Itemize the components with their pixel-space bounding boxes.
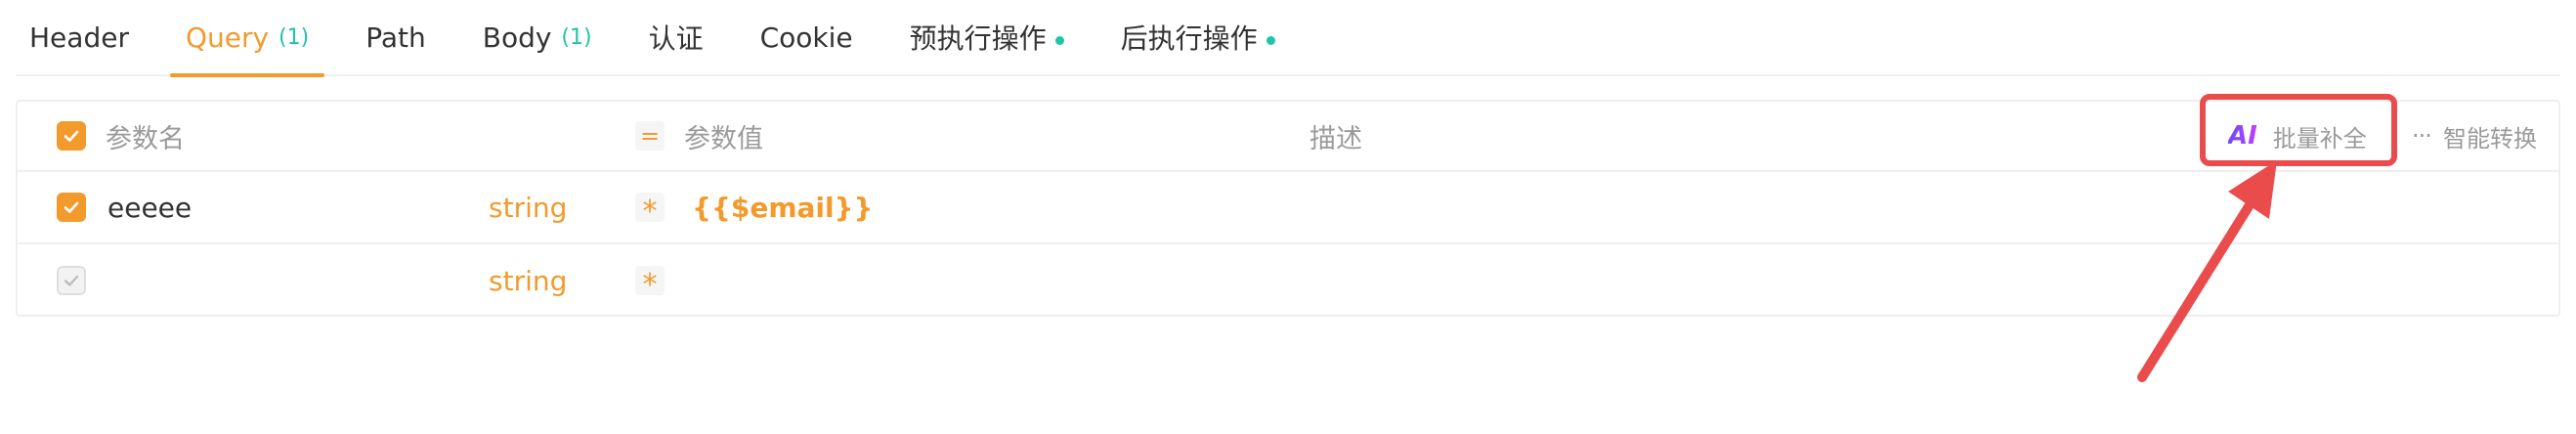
annotation-arrow-icon xyxy=(2137,160,2277,382)
params-panel: Header Query (1) Path Body (1) 认证 Cookie… xyxy=(0,0,2576,434)
